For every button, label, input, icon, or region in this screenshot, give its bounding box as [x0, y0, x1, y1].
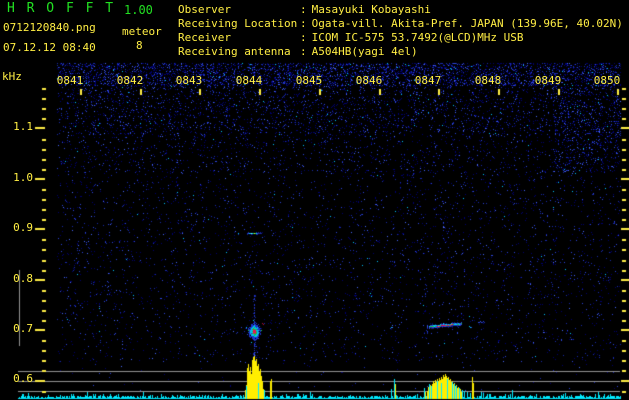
freq-tick-label: 1.1 [13, 120, 33, 133]
echo-count: 8 [136, 39, 143, 52]
app-title: H R O F F T [7, 1, 116, 16]
time-tick-label: 0843 [175, 74, 203, 87]
observation-datetime: 07.12.12 08:40 [3, 41, 96, 54]
station-info-block: Observer: Masayuki Kobayashi Receiving Loc… [178, 3, 623, 59]
spectrogram-canvas [0, 0, 629, 400]
freq-tick-label: 0.8 [13, 272, 33, 285]
info-label: Receiver [178, 31, 231, 44]
info-separator: : [300, 45, 307, 58]
time-tick-label: 0841 [56, 74, 84, 87]
info-label: Observer [178, 3, 231, 16]
info-label: Receiving antenna [178, 45, 291, 58]
time-tick-label: 0842 [116, 74, 144, 87]
hrofft-spectrogram-screen: H R O F F T 1.00 0712120840.png meteor 0… [0, 0, 629, 400]
time-tick-label: 0847 [414, 74, 442, 87]
freq-axis-unit: kHz [2, 70, 22, 83]
freq-tick-label: 0.6 [13, 372, 33, 385]
freq-tick-label: 0.9 [13, 221, 33, 234]
station-info-row: Observer: Masayuki Kobayashi [178, 3, 623, 17]
time-tick-label: 0848 [474, 74, 502, 87]
info-label: Receiving Location [178, 17, 298, 30]
info-value: Masayuki Kobayashi [311, 3, 431, 16]
info-value: A504HB(yagi 4el) [311, 45, 418, 58]
app-version: 1.00 [124, 3, 153, 17]
info-separator: : [300, 3, 307, 16]
info-value: ICOM IC-575 53.7492(@LCD)MHz USB [311, 31, 524, 44]
info-value: Ogata-vill. Akita-Pref. JAPAN (139.96E, … [311, 17, 623, 30]
station-info-row: Receiving antenna: A504HB(yagi 4el) [178, 45, 623, 59]
freq-tick-label: 1.0 [13, 171, 33, 184]
info-separator: : [300, 31, 307, 44]
time-tick-label: 0846 [355, 74, 383, 87]
time-tick-label: 0845 [295, 74, 323, 87]
info-separator: : [300, 17, 307, 30]
output-filename: 0712120840.png [3, 21, 96, 34]
station-info-row: Receiver: ICOM IC-575 53.7492(@LCD)MHz US… [178, 31, 623, 45]
time-tick-label: 0850 [593, 74, 621, 87]
freq-tick-label: 0.7 [13, 322, 33, 335]
station-info-row: Receiving Location: Ogata-vill. Akita-Pre… [178, 17, 623, 31]
time-tick-label: 0849 [534, 74, 562, 87]
time-tick-label: 0844 [235, 74, 263, 87]
mode-label: meteor [122, 25, 162, 38]
